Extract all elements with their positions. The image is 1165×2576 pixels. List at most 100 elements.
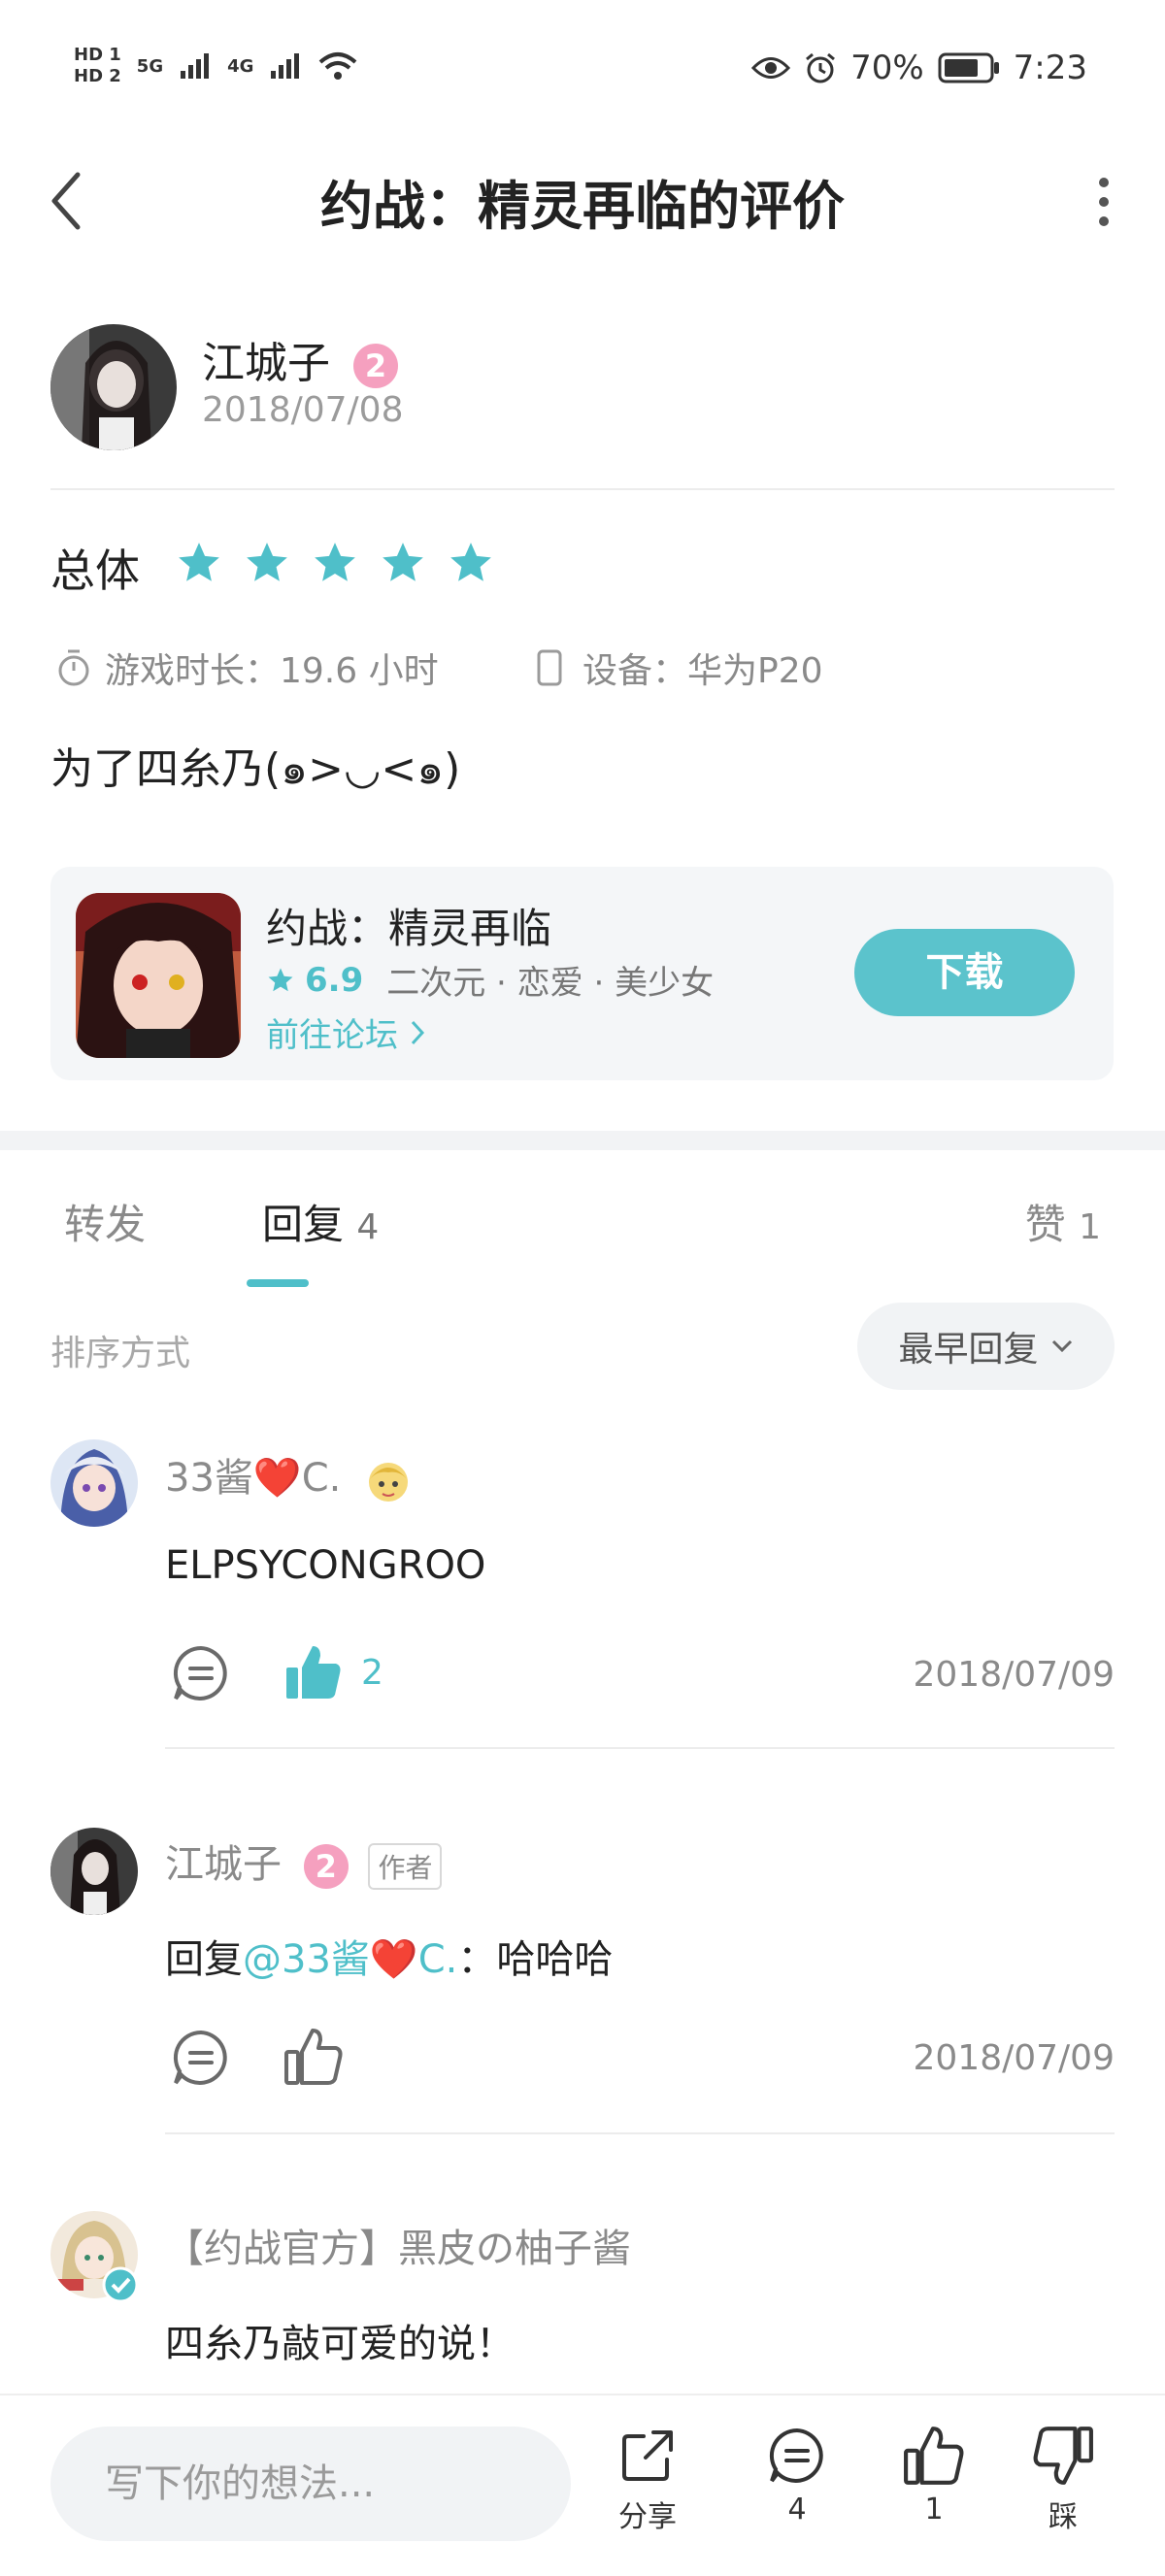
author-avatar[interactable] (50, 324, 177, 450)
comment-icon (173, 2030, 227, 2085)
eye-icon (751, 57, 791, 79)
comment-icon (769, 2427, 823, 2483)
star-icon (268, 968, 293, 991)
signal-icon (181, 53, 210, 79)
reply-button[interactable] (170, 1642, 232, 1708)
comment-author[interactable]: 【约战官方】黑皮の柚子酱 (165, 2217, 631, 2273)
thumbs-up-icon (284, 2029, 343, 2085)
bottom-action-bar: 写下你的想法... 分享 4 1 踩 (0, 2394, 1165, 2576)
game-tags: 二次元 · 恋爱 · 美少女 (386, 964, 715, 1003)
game-card[interactable]: 约战：精灵再临 6.9 二次元 · 恋爱 · 美少女 前往论坛 下载 (50, 867, 1114, 1080)
star-rating (175, 539, 495, 587)
timer-icon (58, 649, 89, 686)
comments-count: 4 (787, 2493, 807, 2526)
mention-link[interactable]: @33酱❤️C. (243, 1937, 457, 1982)
divider (165, 2132, 1115, 2134)
comment-name-row: 33酱❤️C. (165, 1446, 416, 1507)
phone-icon (537, 649, 562, 686)
battery-percent: 70% (850, 49, 924, 87)
overall-label: 总体 (50, 545, 140, 597)
tab-like-count: 1 (1079, 1207, 1101, 1247)
game-score: 6.9 (305, 960, 364, 1000)
hd2-label: HD 2 (74, 66, 121, 86)
level-badge: 2 (353, 344, 398, 388)
net1-label: 5G (136, 55, 164, 77)
author-name[interactable]: 江城子 (202, 339, 330, 388)
sort-value: 最早回复 (898, 1330, 1039, 1370)
forum-link-label: 前往论坛 (266, 1016, 398, 1055)
tab-like[interactable]: 赞 1 (1025, 1192, 1101, 1251)
tab-reply-count: 4 (356, 1207, 380, 1247)
review-date: 2018/07/08 (202, 390, 404, 430)
more-button[interactable] (1089, 173, 1118, 231)
comment-avatar[interactable] (50, 1439, 138, 1527)
comment-text: 四糸乃敲可爱的说！ (165, 2322, 515, 2366)
reply-prefix: 回复 (165, 1937, 243, 1982)
dislike-button[interactable]: 踩 (1010, 2425, 1116, 2535)
comment-avatar[interactable] (50, 1828, 138, 1915)
verified-icon (102, 2266, 139, 2303)
like-button[interactable] (283, 2027, 344, 2091)
playtime: 游戏时长：19.6 小时 (56, 643, 439, 693)
dislike-label: 踩 (1048, 2500, 1078, 2534)
comment-date: 2018/07/09 (913, 2038, 1115, 2078)
clock: 7:23 (1013, 49, 1087, 87)
like-button[interactable]: 1 (881, 2425, 987, 2526)
star-icon (450, 543, 491, 581)
thumbs-down-icon (1033, 2427, 1093, 2485)
tab-repost[interactable]: 转发 (64, 1192, 146, 1251)
more-vertical-icon (1099, 178, 1109, 226)
thumbs-up-icon (904, 2427, 964, 2485)
comments-button[interactable]: 4 (744, 2425, 850, 2526)
signal-icon-2 (271, 53, 300, 79)
comment-text: ELPSYCONGROO (165, 1543, 486, 1588)
signal-indicators: HD 1 HD 2 5G 4G (74, 45, 358, 87)
star-icon (315, 543, 355, 581)
reply-button[interactable] (170, 2027, 232, 2093)
comment-name-row: 江城子 2 作者 (165, 1833, 443, 1890)
status-bar: HD 1 HD 2 5G 4G 70% 7:23 (0, 39, 1165, 107)
reply-body: ：哈哈哈 (457, 1937, 614, 1982)
thumbs-up-icon (286, 1646, 341, 1699)
comment-icon (173, 1645, 227, 1701)
share-icon (622, 2430, 673, 2481)
level-badge: 2 (303, 1844, 349, 1889)
device-text: 设备：华为P20 (582, 651, 823, 691)
tab-reply[interactable]: 回复 4 (262, 1192, 379, 1251)
like-count: 2 (361, 1652, 383, 1693)
tab-reply-label: 回复 (262, 1201, 345, 1248)
chevron-down-icon (1051, 1339, 1072, 1353)
sort-dropdown[interactable]: 最早回复 (857, 1303, 1115, 1390)
comment-author[interactable]: 33酱❤️C. (165, 1456, 341, 1501)
divider (50, 488, 1115, 490)
star-icon (179, 543, 219, 581)
author-tag: 作者 (368, 1843, 443, 1890)
game-icon (76, 893, 241, 1058)
review-text: 为了四糸乃(๑>◡<๑) (50, 744, 461, 794)
share-button[interactable]: 分享 (594, 2425, 701, 2535)
device: 设备：华为P20 (536, 643, 823, 693)
game-meta: 6.9 二次元 · 恋爱 · 美少女 (266, 956, 714, 1004)
net2-label: 4G (227, 55, 254, 77)
page-title: 约战：精灵再临的评价 (320, 176, 845, 237)
battery-icon (938, 52, 999, 83)
status-right: 70% 7:23 (751, 49, 1087, 87)
chevron-right-icon (411, 1020, 425, 1044)
like-button[interactable]: 2 (283, 1642, 383, 1702)
tab-like-label: 赞 (1024, 1201, 1066, 1248)
forum-link[interactable]: 前往论坛 (266, 1008, 425, 1056)
likes-count: 1 (924, 2493, 944, 2526)
game-name: 约战：精灵再临 (266, 905, 552, 952)
comment-input[interactable]: 写下你的想法... (50, 2427, 571, 2541)
divider (165, 1747, 1115, 1749)
comment-date: 2018/07/09 (913, 1655, 1115, 1695)
hd1-label: HD 1 (74, 45, 121, 65)
wifi-icon (319, 52, 357, 80)
playtime-text: 游戏时长：19.6 小时 (105, 651, 439, 691)
comment-author[interactable]: 江城子 (165, 1842, 282, 1887)
share-label: 分享 (618, 2500, 677, 2534)
comment-text: 回复@33酱❤️C.：哈哈哈 (165, 1928, 613, 1984)
section-separator (0, 1131, 1165, 1150)
download-button[interactable]: 下载 (854, 929, 1075, 1016)
alarm-icon (806, 52, 836, 83)
